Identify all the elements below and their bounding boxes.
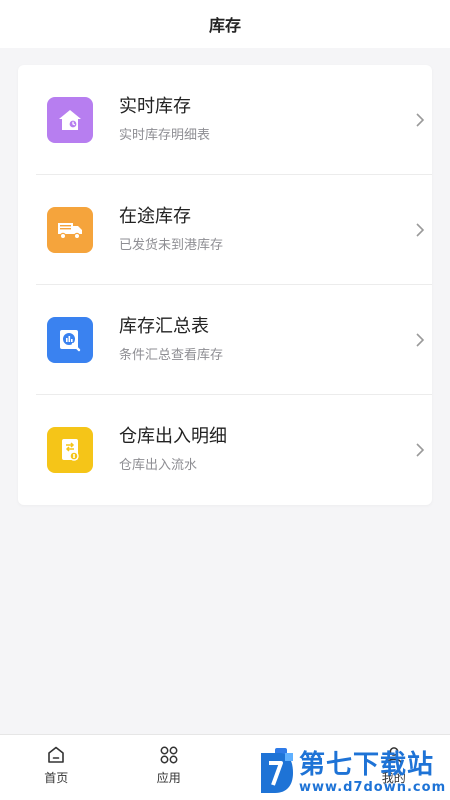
- chevron-right-icon: [410, 110, 430, 130]
- warehouse-transfer-icon: [47, 427, 93, 473]
- menu-item-realtime-stock[interactable]: 实时库存 实时库存明细表: [36, 65, 432, 175]
- header-bar: 库存: [0, 0, 450, 48]
- site-watermark: 第七下载站 www.d7down.com: [255, 745, 450, 800]
- menu-item-title: 仓库出入明细: [119, 426, 227, 447]
- home-icon: [48, 746, 65, 763]
- apps-icon: [160, 746, 178, 764]
- chevron-right-icon: [410, 220, 430, 240]
- menu-item-title: 实时库存: [119, 96, 191, 117]
- truck-icon: [47, 207, 93, 253]
- tab-home[interactable]: 首页: [0, 735, 113, 800]
- watermark-title: 第七下载站: [299, 750, 435, 780]
- tab-label: 应用: [156, 771, 181, 785]
- page-title: 库存: [208, 16, 241, 35]
- menu-item-subtitle: 仓库出入流水: [119, 458, 198, 473]
- inventory-menu-card: 实时库存 实时库存明细表 在途库存 已发货未到港库存 库存汇总表 条件汇总查看库…: [18, 65, 432, 505]
- menu-item-stock-summary[interactable]: 库存汇总表 条件汇总查看库存: [36, 285, 432, 395]
- menu-item-warehouse-io-detail[interactable]: 仓库出入明细 仓库出入流水: [36, 395, 432, 505]
- app-root: 库存 实时库存 实时库存明细表 在途库存 已发货未到港库存 库存汇总表 条件汇总…: [0, 0, 450, 800]
- menu-item-title: 在途库存: [119, 206, 191, 227]
- menu-item-in-transit-stock[interactable]: 在途库存 已发货未到港库存: [36, 175, 432, 285]
- report-search-icon: [47, 317, 93, 363]
- tab-label: 首页: [44, 771, 69, 785]
- home-stock-icon: [47, 97, 93, 143]
- menu-item-subtitle: 条件汇总查看库存: [119, 348, 224, 363]
- chevron-right-icon: [410, 330, 430, 350]
- chevron-right-icon: [410, 440, 430, 460]
- menu-item-subtitle: 已发货未到港库存: [119, 238, 224, 253]
- d7down-logo-icon: [261, 752, 293, 793]
- watermark-url: www.d7down.com: [299, 780, 447, 795]
- menu-item-subtitle: 实时库存明细表: [119, 128, 211, 143]
- tab-apps[interactable]: 应用: [113, 735, 226, 800]
- menu-item-title: 库存汇总表: [119, 316, 209, 337]
